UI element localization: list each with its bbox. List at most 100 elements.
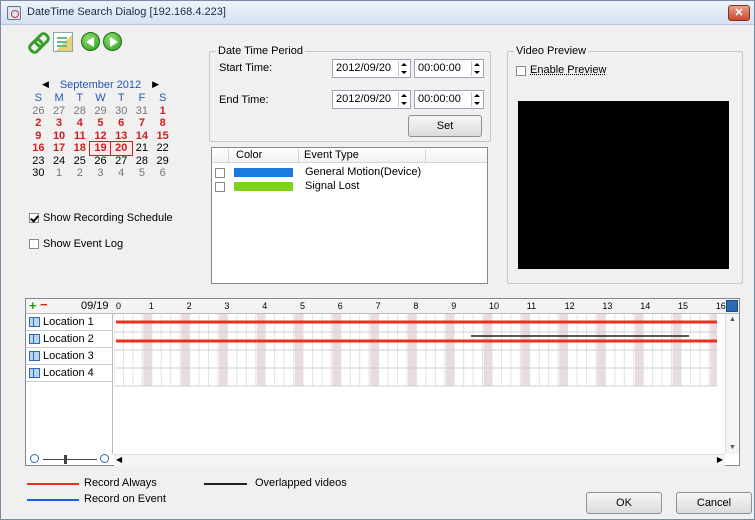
scroll-left-arrow-icon[interactable]: ◀: [116, 455, 122, 464]
calendar-day[interactable]: 31: [132, 105, 153, 118]
zoom-slider[interactable]: [28, 454, 112, 466]
link-icon[interactable]: [28, 32, 48, 52]
calendar-day[interactable]: 5: [90, 117, 111, 130]
calendar-day[interactable]: 1: [49, 167, 70, 180]
calendar-day[interactable]: 24: [49, 155, 70, 168]
enable-preview-checkbox[interactable]: [516, 66, 526, 76]
timeline-location-list[interactable]: Location 1 Location 2 Location 3 Location 4: [26, 314, 113, 454]
calendar-day[interactable]: 23: [28, 155, 49, 168]
start-time-picker[interactable]: 00:00:00: [414, 59, 484, 78]
calendar-day[interactable]: 19: [89, 141, 112, 156]
calendar-day[interactable]: 14: [132, 130, 153, 143]
calendar-day[interactable]: 21: [132, 142, 153, 155]
calendar-day[interactable]: 30: [28, 167, 49, 180]
end-date-spinner-icon[interactable]: [398, 92, 409, 107]
timeline-hour-label: 1: [148, 301, 154, 311]
event-type-list[interactable]: Color Event Type General Motion(Device) …: [211, 147, 488, 284]
end-time-spinner-icon[interactable]: [471, 92, 482, 107]
calendar-day[interactable]: 29: [90, 105, 111, 118]
calendar-days[interactable]: 26 27 28 29 30 31 1 2 3 4 5 6 7 8 9 10 11 12 13 14 15 16 17 18 1…: [28, 105, 173, 180]
end-time-picker[interactable]: 00:00:00: [414, 90, 484, 109]
zoom-slider-thumb[interactable]: [64, 455, 67, 464]
event-type-column-header[interactable]: Event Type: [304, 149, 359, 161]
timeline-hour-label: 10: [489, 301, 500, 311]
recording-timeline[interactable]: + − 09/19 0 1 2 3 4 5 6 7 8 9 10 11 12 13 14 15 16 Locat…: [25, 298, 740, 466]
timeline-calendar-icon[interactable]: [726, 300, 738, 312]
weekday-label: F: [138, 92, 146, 104]
event-signal-lost-checkbox[interactable]: [215, 182, 225, 192]
calendar-day[interactable]: 28: [132, 155, 153, 168]
calendar-day[interactable]: 3: [90, 167, 111, 180]
show-recording-schedule-checkbox[interactable]: [29, 213, 39, 223]
event-color-column-header[interactable]: Color: [236, 149, 262, 161]
cancel-button[interactable]: Cancel: [676, 492, 752, 514]
timeline-location-row[interactable]: Location 4: [26, 365, 112, 382]
timeline-hour-ruler: 0 1 2 3 4 5 6 7 8 9 10 11 12 13 14 15 16: [114, 299, 726, 314]
timeline-location-row[interactable]: Location 1: [26, 314, 112, 331]
calendar-day[interactable]: 9: [28, 130, 49, 143]
scroll-right-arrow-icon[interactable]: ▶: [717, 455, 723, 464]
previous-arrow-icon[interactable]: [81, 32, 100, 51]
calendar-day[interactable]: 6: [111, 117, 132, 130]
calendar-day[interactable]: 5: [132, 167, 153, 180]
calendar-day[interactable]: 26: [28, 105, 49, 118]
video-preview-panel: [518, 101, 729, 269]
show-event-log-checkbox[interactable]: [29, 239, 39, 249]
calendar-day[interactable]: 28: [69, 105, 90, 118]
calendar-day[interactable]: 2: [28, 117, 49, 130]
calendar-day[interactable]: 7: [132, 117, 153, 130]
timeline-location-row[interactable]: Location 2: [26, 331, 112, 348]
title-bar[interactable]: DateTime Search Dialog [192.168.4.223] ✕: [1, 1, 754, 25]
scroll-down-arrow-icon[interactable]: ▼: [729, 444, 736, 451]
set-button[interactable]: Set: [408, 115, 482, 137]
calendar-day[interactable]: 20: [109, 141, 133, 156]
start-date-spinner-icon[interactable]: [398, 61, 409, 76]
calendar-day[interactable]: 27: [111, 155, 132, 168]
event-general-motion-checkbox[interactable]: [215, 168, 225, 178]
calendar-day[interactable]: 10: [49, 130, 70, 143]
calendar-next-month-icon[interactable]: ▶: [152, 79, 159, 90]
timeline-date-label: 09/19: [81, 300, 109, 312]
calendar-day[interactable]: 4: [69, 117, 90, 130]
calendar-day[interactable]: 4: [111, 167, 132, 180]
export-document-icon[interactable]: [53, 32, 73, 52]
zoom-out-magnifier-icon[interactable]: [30, 454, 39, 463]
calendar-day[interactable]: 1: [152, 105, 173, 118]
calendar-day[interactable]: 15: [152, 130, 173, 143]
timeline-vertical-scrollbar[interactable]: ▲ ▼: [725, 314, 739, 454]
calendar-day[interactable]: 6: [152, 167, 173, 180]
calendar-day[interactable]: 8: [152, 117, 173, 130]
calendar-day[interactable]: 27: [49, 105, 70, 118]
calendar-day[interactable]: 3: [49, 117, 70, 130]
calendar-day[interactable]: 25: [69, 155, 90, 168]
calendar-day[interactable]: 18: [69, 142, 90, 155]
calendar-day[interactable]: 26: [90, 155, 111, 168]
calendar-day[interactable]: 29: [152, 155, 173, 168]
ok-button[interactable]: OK: [586, 492, 662, 514]
camera-location-icon: [29, 334, 40, 344]
end-date-picker[interactable]: 2012/09/20: [332, 90, 411, 109]
timeline-horizontal-scrollbar[interactable]: ◀ ▶: [114, 454, 725, 466]
calendar-day[interactable]: 22: [152, 142, 173, 155]
calendar-day[interactable]: 16: [28, 142, 49, 155]
column-divider: [425, 149, 426, 164]
start-date-picker[interactable]: 2012/09/20: [332, 59, 411, 78]
calendar-day[interactable]: 17: [49, 142, 70, 155]
zoom-out-minus-icon[interactable]: −: [40, 298, 48, 311]
calendar-day[interactable]: 11: [69, 130, 90, 143]
month-calendar[interactable]: ◀ September 2012 ▶ SMTWTFS 26 27 28 29 30 31 1…: [28, 79, 173, 180]
close-button[interactable]: ✕: [728, 5, 750, 21]
calendar-day[interactable]: 12: [90, 130, 111, 143]
calendar-day[interactable]: 30: [111, 105, 132, 118]
zoom-in-magnifier-icon[interactable]: [100, 454, 109, 463]
start-time-spinner-icon[interactable]: [471, 61, 482, 76]
calendar-day[interactable]: 2: [69, 167, 90, 180]
scroll-up-arrow-icon[interactable]: ▲: [729, 316, 736, 323]
timeline-grid[interactable]: [114, 314, 717, 454]
next-arrow-icon[interactable]: [103, 32, 122, 51]
record-on-event-legend-label: Record on Event: [84, 493, 166, 505]
zoom-in-plus-icon[interactable]: +: [29, 299, 37, 312]
calendar-day[interactable]: 13: [111, 130, 132, 143]
timeline-location-row[interactable]: Location 3: [26, 348, 112, 365]
weekday-label: S: [158, 92, 167, 104]
